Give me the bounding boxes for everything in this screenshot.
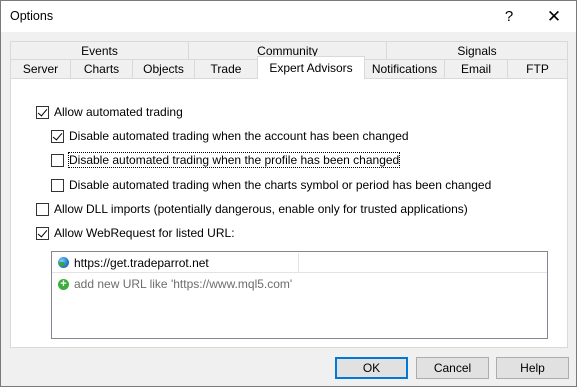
cancel-button[interactable]: Cancel xyxy=(416,357,489,379)
tab-email[interactable]: Email xyxy=(444,59,508,78)
tab-strip: Events Community Signals Server Charts O… xyxy=(10,41,568,79)
allow-automated-trading-checkbox[interactable] xyxy=(36,105,49,119)
help-icon[interactable]: ? xyxy=(487,1,531,32)
expert-advisors-panel: Allow automated trading Disable automate… xyxy=(10,78,568,348)
tab-expert-advisors[interactable]: Expert Advisors xyxy=(257,56,365,79)
allow-dll-imports-label: Allow DLL imports (potentially dangerous… xyxy=(54,202,468,216)
window-title: Options xyxy=(10,9,54,23)
url-list-item[interactable]: https://get.tradeparrot.net xyxy=(52,253,547,273)
tab-trade[interactable]: Trade xyxy=(194,59,258,78)
column-divider xyxy=(298,253,299,273)
add-url-placeholder: add new URL like 'https://www.mql5.com' xyxy=(74,277,293,291)
allow-webrequest-label: Allow WebRequest for listed URL: xyxy=(54,226,235,240)
options-dialog: Options ? ✕ Events Community Signals Ser… xyxy=(0,0,577,387)
tab-charts[interactable]: Charts xyxy=(70,59,133,78)
disable-on-symbol-change-checkbox[interactable] xyxy=(51,178,64,192)
allow-dll-imports-option[interactable]: Allow DLL imports (potentially dangerous… xyxy=(36,202,468,216)
tab-notifications[interactable]: Notifications xyxy=(364,59,445,78)
disable-on-profile-change-checkbox[interactable] xyxy=(51,153,64,167)
tab-ftp[interactable]: FTP xyxy=(507,59,568,78)
disable-on-symbol-change-label: Disable automated trading when the chart… xyxy=(69,178,492,192)
url-list[interactable]: https://get.tradeparrot.net + add new UR… xyxy=(51,251,548,339)
allow-automated-trading-option[interactable]: Allow automated trading xyxy=(36,105,183,119)
title-bar: Options ? ✕ xyxy=(1,1,576,32)
allow-webrequest-option[interactable]: Allow WebRequest for listed URL: xyxy=(36,226,235,240)
disable-on-profile-change-label: Disable automated trading when the profi… xyxy=(67,152,401,168)
tab-events[interactable]: Events xyxy=(10,41,189,60)
add-icon: + xyxy=(58,278,69,290)
disable-on-symbol-change-option[interactable]: Disable automated trading when the chart… xyxy=(51,178,491,192)
tab-server[interactable]: Server xyxy=(10,59,71,78)
help-button[interactable]: Help xyxy=(496,357,569,379)
close-icon[interactable]: ✕ xyxy=(532,1,576,32)
globe-icon xyxy=(58,257,69,268)
allow-dll-imports-checkbox[interactable] xyxy=(36,202,49,216)
disable-on-account-change-option[interactable]: Disable automated trading when the accou… xyxy=(51,129,409,143)
tab-signals[interactable]: Signals xyxy=(386,41,568,60)
disable-on-profile-change-option[interactable]: Disable automated trading when the profi… xyxy=(51,152,401,168)
disable-on-account-change-checkbox[interactable] xyxy=(51,129,64,143)
allow-automated-trading-label: Allow automated trading xyxy=(54,105,183,119)
add-url-row[interactable]: + add new URL like 'https://www.mql5.com… xyxy=(52,274,292,294)
url-item-text: https://get.tradeparrot.net xyxy=(74,255,209,270)
ok-button[interactable]: OK xyxy=(335,357,408,379)
tab-objects[interactable]: Objects xyxy=(132,59,195,78)
disable-on-account-change-label: Disable automated trading when the accou… xyxy=(69,129,409,143)
allow-webrequest-checkbox[interactable] xyxy=(36,226,49,240)
